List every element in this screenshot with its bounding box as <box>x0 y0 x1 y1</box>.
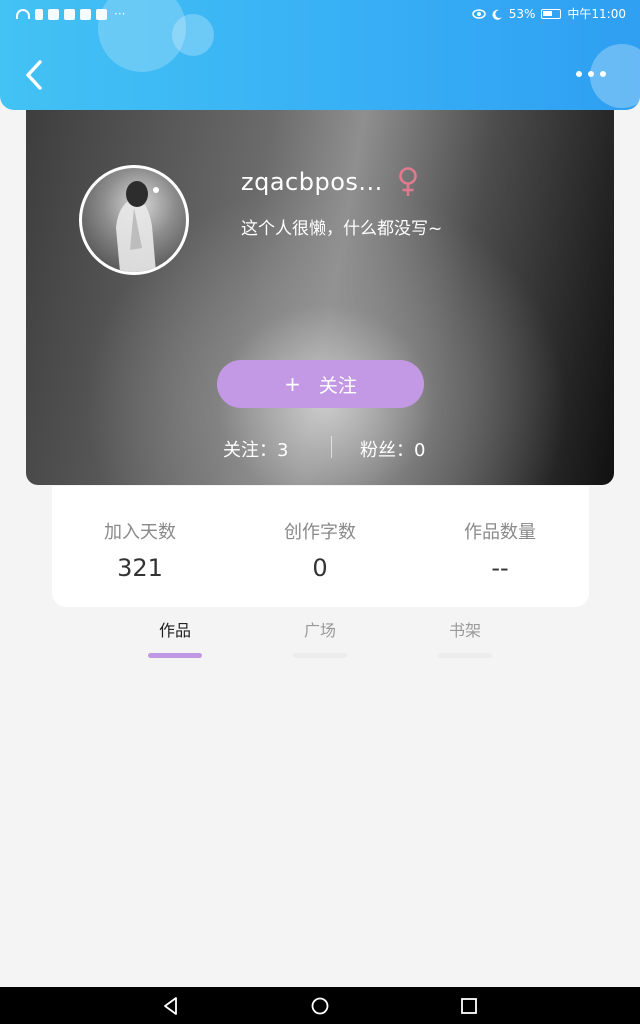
nav-recents-icon[interactable] <box>458 995 480 1017</box>
tab-bookshelf[interactable]: 书架 <box>425 617 505 658</box>
profile-page: ··· 53% 中午11:00 zqacbpos... 这个人很懒，什么都没写~… <box>0 0 640 1024</box>
tab-bar: 作品 广场 书架 <box>0 610 640 660</box>
social-stats: 关注：3 粉丝：0 <box>26 434 614 462</box>
wifi-icon <box>16 9 30 19</box>
join-days-label: 加入天数 <box>104 522 176 543</box>
hourglass-icon <box>35 8 43 20</box>
tab-works[interactable]: 作品 <box>135 617 215 658</box>
divider <box>331 436 332 458</box>
chevron-left-icon[interactable] <box>22 58 48 92</box>
moon-icon <box>492 9 502 20</box>
works-count-label: 作品数量 <box>464 522 536 543</box>
tab-indicator <box>293 653 347 658</box>
username: zqacbpos... <box>241 168 383 196</box>
follow-button[interactable]: + 关注 <box>217 360 424 408</box>
word-count-stat: 创作字数 0 <box>230 518 410 582</box>
avatar[interactable] <box>79 165 189 275</box>
following-count[interactable]: 关注：3 <box>223 436 288 462</box>
nav-home-icon[interactable] <box>309 995 331 1017</box>
battery-icon <box>541 9 562 19</box>
female-symbol-icon <box>399 167 417 196</box>
more-notifications-icon: ··· <box>114 7 126 21</box>
tab-bookshelf-label: 书架 <box>448 621 481 640</box>
browser-app-icon <box>64 8 75 20</box>
profile-card: zqacbpos... 这个人很懒，什么都没写~ + 关注 关注：3 粉丝：0 <box>26 104 614 485</box>
fans-count[interactable]: 粉丝：0 <box>360 436 425 462</box>
tab-indicator <box>438 653 492 658</box>
eye-icon <box>471 9 486 19</box>
clock: 中午11:00 <box>567 7 626 21</box>
status-bar: ··· 53% 中午11:00 <box>0 0 640 28</box>
tab-indicator <box>148 653 202 658</box>
header: ··· 53% 中午11:00 <box>0 0 640 110</box>
game-app-icon <box>96 8 107 20</box>
shield-app-icon <box>48 8 59 20</box>
join-days-stat: 加入天数 321 <box>50 518 230 582</box>
system-nav-bar <box>0 987 640 1024</box>
status-icons-left: ··· <box>16 0 125 28</box>
battery-percent: 53% <box>508 7 536 21</box>
cloud-app-icon <box>80 8 91 20</box>
word-count-value: 0 <box>312 554 328 582</box>
works-count-stat: 作品数量 -- <box>410 518 590 582</box>
plus-icon: + <box>284 372 301 396</box>
info-card: 加入天数 321 创作字数 0 作品数量 -- <box>52 486 589 607</box>
status-icons-right: 53% 中午11:00 <box>471 0 626 28</box>
follow-button-label: 关注 <box>318 374 357 397</box>
tab-square[interactable]: 广场 <box>280 617 360 658</box>
join-days-value: 321 <box>117 554 163 582</box>
word-count-label: 创作字数 <box>284 522 356 543</box>
tab-works-label: 作品 <box>158 621 191 640</box>
more-horizontal-icon[interactable] <box>576 66 610 82</box>
works-count-value: -- <box>491 554 509 582</box>
tab-square-label: 广场 <box>303 621 336 640</box>
bio: 这个人很懒，什么都没写~ <box>241 219 443 239</box>
nav-back-icon[interactable] <box>160 995 182 1017</box>
